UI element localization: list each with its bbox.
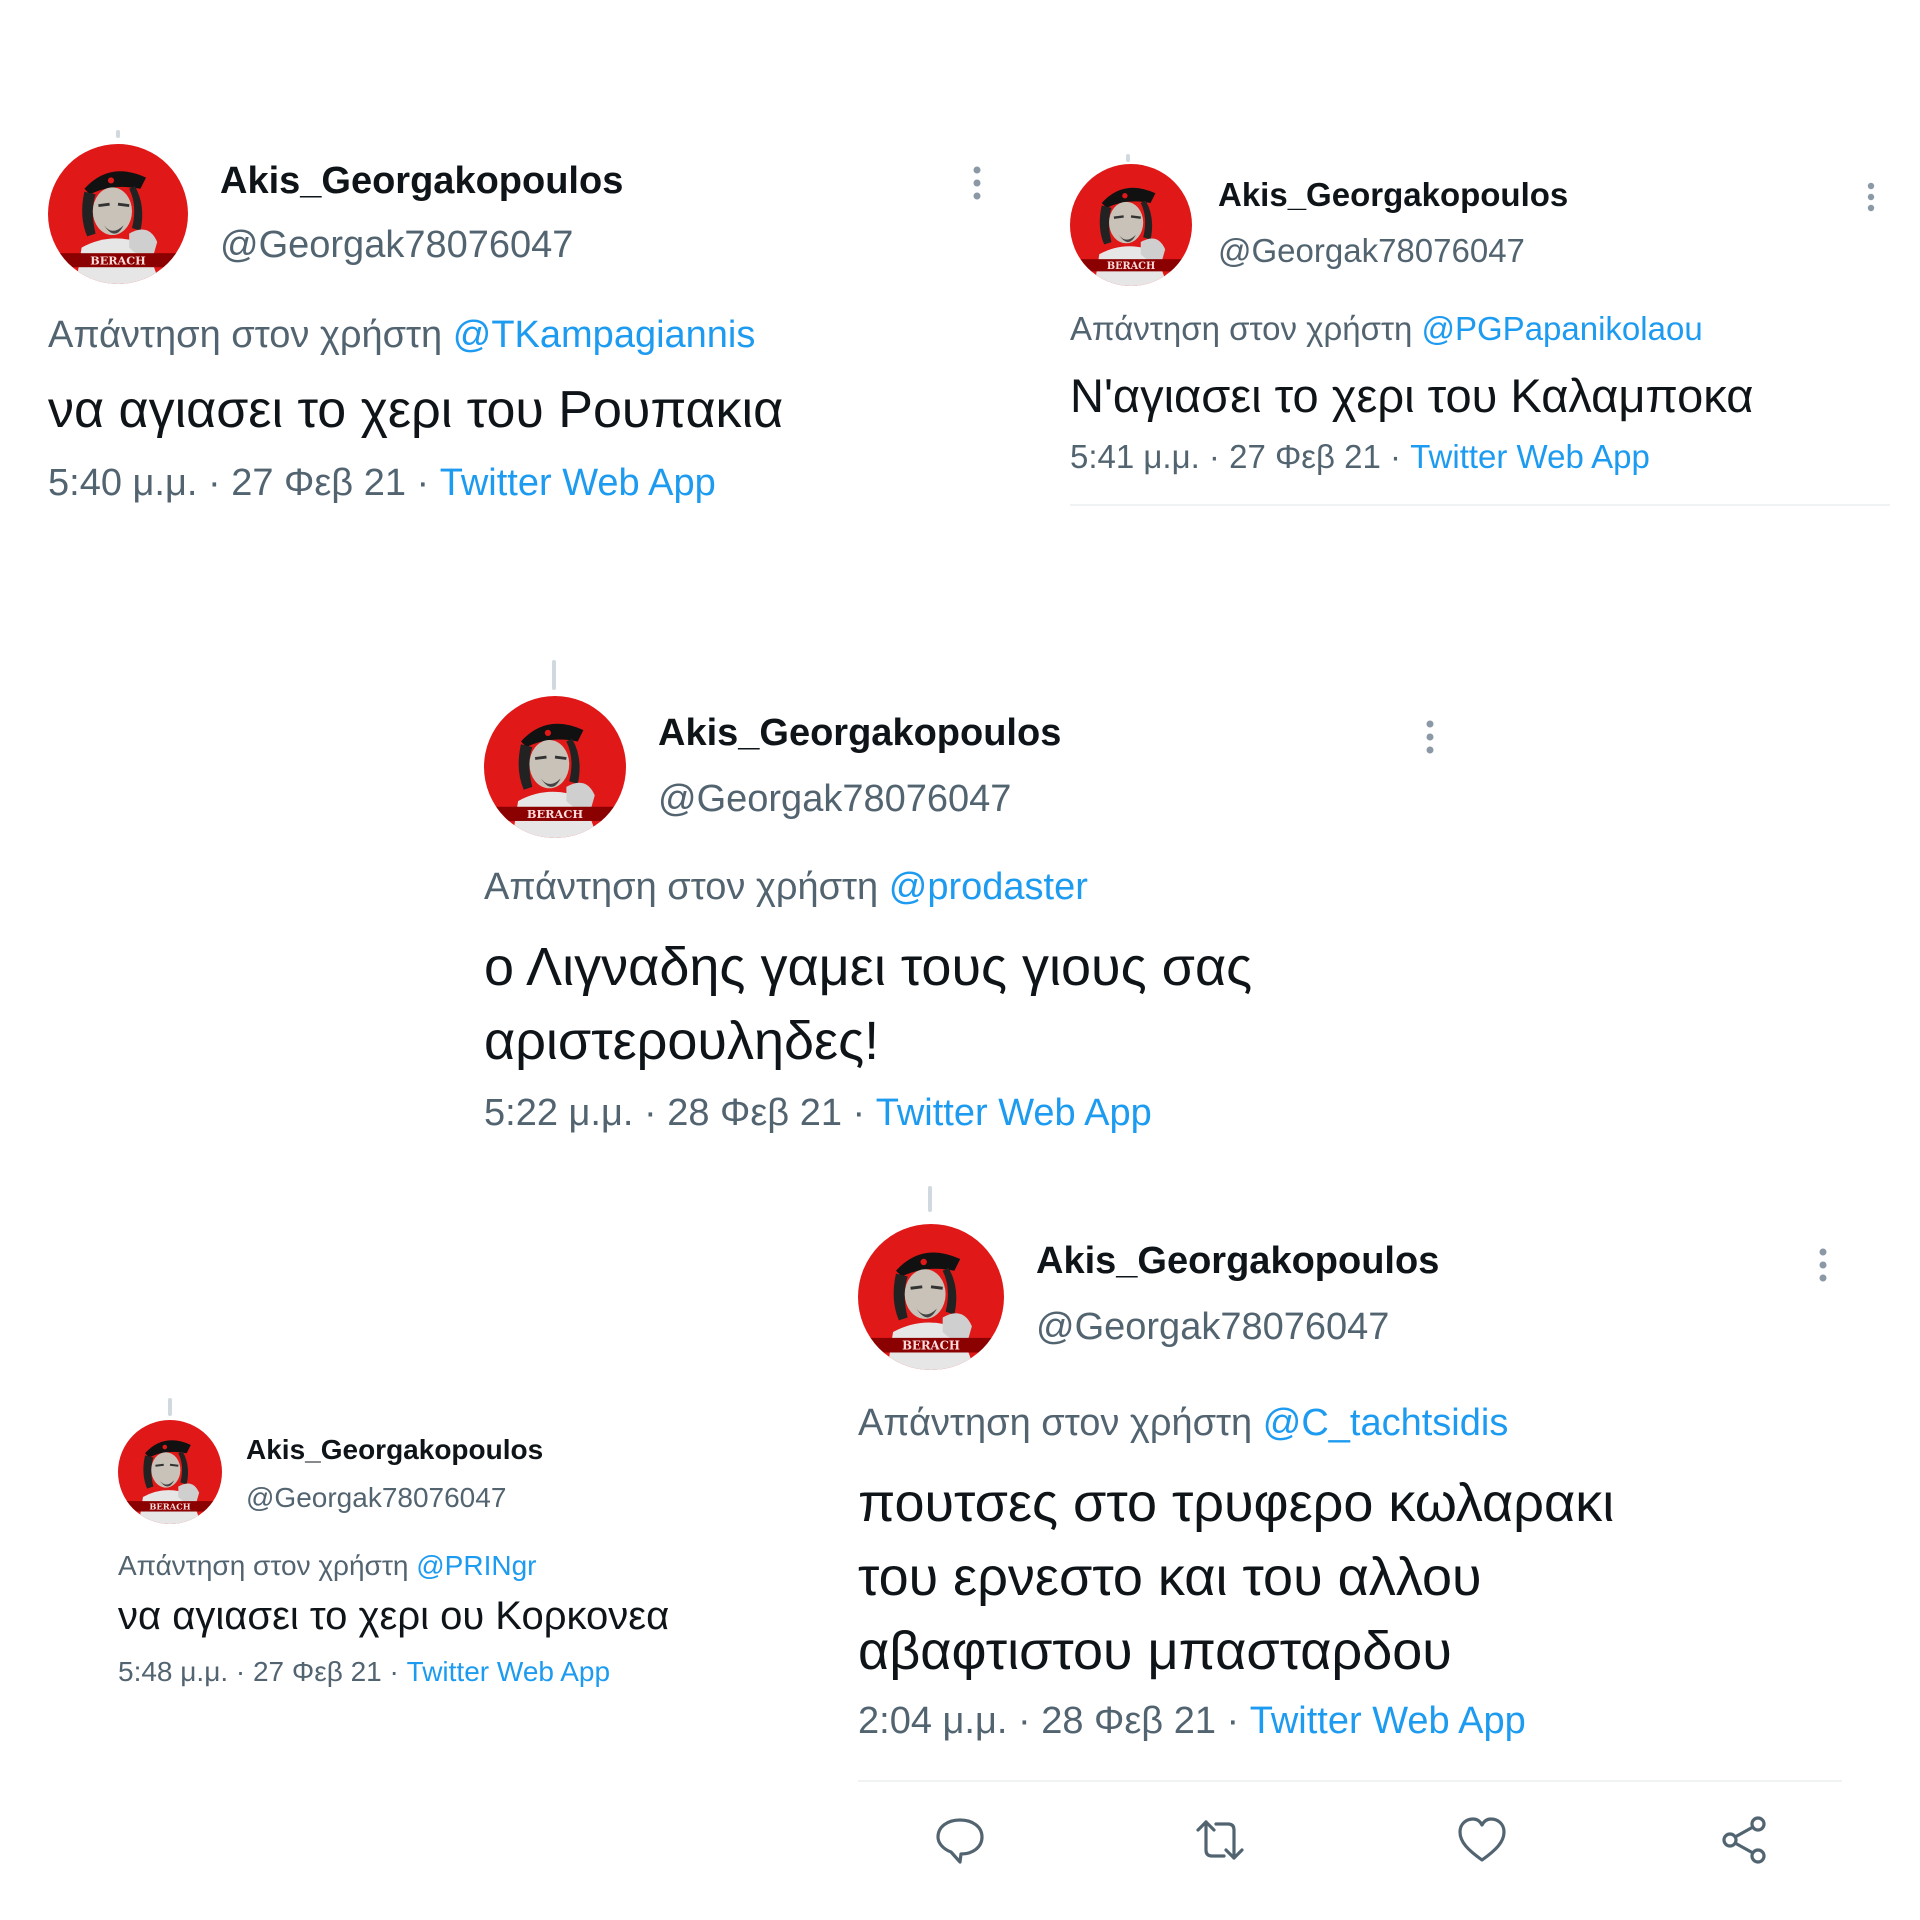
reply-prefix: Απάντηση στον χρήστη bbox=[118, 1550, 409, 1581]
reply-mention-link[interactable]: @prodaster bbox=[889, 866, 1088, 908]
avatar[interactable] bbox=[858, 1224, 1004, 1370]
reply-icon[interactable] bbox=[932, 1812, 988, 1868]
user-handle[interactable]: @Georgak78076047 bbox=[1218, 232, 1525, 270]
avatar[interactable] bbox=[1070, 164, 1192, 286]
tweet-source-link[interactable]: Twitter Web App bbox=[1410, 438, 1650, 475]
share-icon[interactable] bbox=[1716, 1812, 1772, 1868]
reply-mention-link[interactable]: @C_tachtsidis bbox=[1263, 1402, 1509, 1444]
reply-context: Απάντηση στον χρήστη @C_tachtsidis bbox=[858, 1402, 1508, 1445]
reply-prefix: Απάντηση στον χρήστη bbox=[1070, 310, 1413, 347]
tweet-source-link[interactable]: Twitter Web App bbox=[440, 462, 716, 504]
tweet-time-date[interactable]: 5:48 μ.μ. · 27 Φεβ 21 · bbox=[118, 1656, 399, 1687]
tweet-card[interactable]: Akis_Georgakopoulos @Georgak78076047 Απά… bbox=[460, 640, 1460, 1160]
tweet-time-date[interactable]: 2:04 μ.μ. · 28 Φεβ 21 · bbox=[858, 1700, 1239, 1742]
tweet-time-date[interactable]: 5:40 μ.μ. · 27 Φεβ 21 · bbox=[48, 462, 429, 504]
thread-line bbox=[168, 1398, 172, 1416]
more-vertical-icon[interactable] bbox=[1426, 720, 1434, 754]
tweet-card[interactable]: Akis_Georgakopoulos @Georgak78076047 Απά… bbox=[0, 0, 1060, 520]
reply-prefix: Απάντηση στον χρήστη bbox=[858, 1402, 1253, 1444]
thread-line bbox=[1126, 154, 1130, 162]
thread-line bbox=[116, 130, 120, 138]
tweet-meta: 5:22 μ.μ. · 28 Φεβ 21 · Twitter Web App bbox=[484, 1092, 1152, 1135]
display-name[interactable]: Akis_Georgakopoulos bbox=[658, 712, 1061, 755]
user-handle[interactable]: @Georgak78076047 bbox=[1036, 1306, 1389, 1349]
display-name[interactable]: Akis_Georgakopoulos bbox=[220, 160, 623, 203]
tweet-meta: 5:40 μ.μ. · 27 Φεβ 21 · Twitter Web App bbox=[48, 462, 716, 505]
avatar[interactable] bbox=[484, 696, 626, 838]
thread-line bbox=[552, 660, 556, 690]
tweet-time-date[interactable]: 5:41 μ.μ. · 27 Φεβ 21 · bbox=[1070, 438, 1401, 475]
tweet-card[interactable]: Akis_Georgakopoulos @Georgak78076047 Απά… bbox=[100, 1380, 820, 1710]
reply-context: Απάντηση στον χρήστη @prodaster bbox=[484, 866, 1088, 909]
tweet-meta: 5:41 μ.μ. · 27 Φεβ 21 · Twitter Web App bbox=[1070, 438, 1650, 476]
tweet-meta: 2:04 μ.μ. · 28 Φεβ 21 · Twitter Web App bbox=[858, 1700, 1526, 1743]
more-vertical-icon[interactable] bbox=[1819, 1248, 1827, 1282]
avatar[interactable] bbox=[48, 144, 188, 284]
tweet-source-link[interactable]: Twitter Web App bbox=[876, 1092, 1152, 1134]
divider bbox=[1070, 504, 1890, 506]
reply-prefix: Απάντηση στον χρήστη bbox=[484, 866, 879, 908]
retweet-icon[interactable] bbox=[1192, 1812, 1248, 1868]
tweet-text: ο Λιγναδης γαμει τους γιους σας αριστερο… bbox=[484, 930, 1252, 1078]
tweet-text-line: πουτσες στο τρυφερο κωλαρακι bbox=[858, 1473, 1615, 1533]
tweet-card[interactable]: Akis_Georgakopoulos @Georgak78076047 Απά… bbox=[840, 1180, 1920, 1920]
reply-mention-link[interactable]: @PGPapanikolaou bbox=[1422, 310, 1703, 347]
tweet-text: Ν'αγιασει το χερι του Καλαμποκα bbox=[1070, 369, 1754, 422]
display-name[interactable]: Akis_Georgakopoulos bbox=[1036, 1240, 1439, 1283]
user-handle[interactable]: @Georgak78076047 bbox=[658, 778, 1011, 821]
tweet-card[interactable]: Akis_Georgakopoulos @Georgak78076047 Απά… bbox=[1060, 0, 1920, 520]
tweet-text-line: ο Λιγναδης γαμει τους γιους σας bbox=[484, 937, 1253, 997]
tweet-source-link[interactable]: Twitter Web App bbox=[407, 1656, 610, 1687]
reply-mention-link[interactable]: @TKampagiannis bbox=[453, 314, 756, 356]
tweet-time-date[interactable]: 5:22 μ.μ. · 28 Φεβ 21 · bbox=[484, 1092, 865, 1134]
thread-line bbox=[928, 1186, 932, 1212]
tweet-source-link[interactable]: Twitter Web App bbox=[1250, 1700, 1526, 1742]
reply-context: Απάντηση στον χρήστη @TKampagiannis bbox=[48, 314, 755, 357]
more-vertical-icon[interactable] bbox=[1867, 182, 1875, 212]
avatar[interactable] bbox=[118, 1420, 222, 1524]
reply-mention-link[interactable]: @PRINgr bbox=[416, 1550, 536, 1581]
reply-context: Απάντηση στον χρήστη @PRINgr bbox=[118, 1550, 536, 1582]
tweet-text-line: αριστερουληδες! bbox=[484, 1011, 880, 1071]
more-vertical-icon[interactable] bbox=[973, 166, 981, 200]
tweet-text: πουτσες στο τρυφερο κωλαρακι του ερνεστο… bbox=[858, 1466, 1614, 1688]
user-handle[interactable]: @Georgak78076047 bbox=[246, 1482, 506, 1514]
divider bbox=[858, 1780, 1842, 1782]
tweet-text-line: αβαφτιστου μπασταρδου bbox=[858, 1621, 1452, 1681]
tweet-text: να αγιασει το χερι του Ρουπακια bbox=[48, 381, 784, 439]
like-icon[interactable] bbox=[1454, 1812, 1510, 1868]
display-name[interactable]: Akis_Georgakopoulos bbox=[1218, 176, 1568, 214]
tweet-text-line: του ερνεστο και του αλλου bbox=[858, 1547, 1482, 1607]
user-handle[interactable]: @Georgak78076047 bbox=[220, 224, 573, 267]
tweet-text: να αγιασει το χερι ου Κορκονεα bbox=[118, 1594, 670, 1638]
reply-prefix: Απάντηση στον χρήστη bbox=[48, 314, 443, 356]
tweet-meta: 5:48 μ.μ. · 27 Φεβ 21 · Twitter Web App bbox=[118, 1656, 610, 1688]
display-name[interactable]: Akis_Georgakopoulos bbox=[246, 1434, 543, 1466]
reply-context: Απάντηση στον χρήστη @PGPapanikolaou bbox=[1070, 310, 1703, 348]
